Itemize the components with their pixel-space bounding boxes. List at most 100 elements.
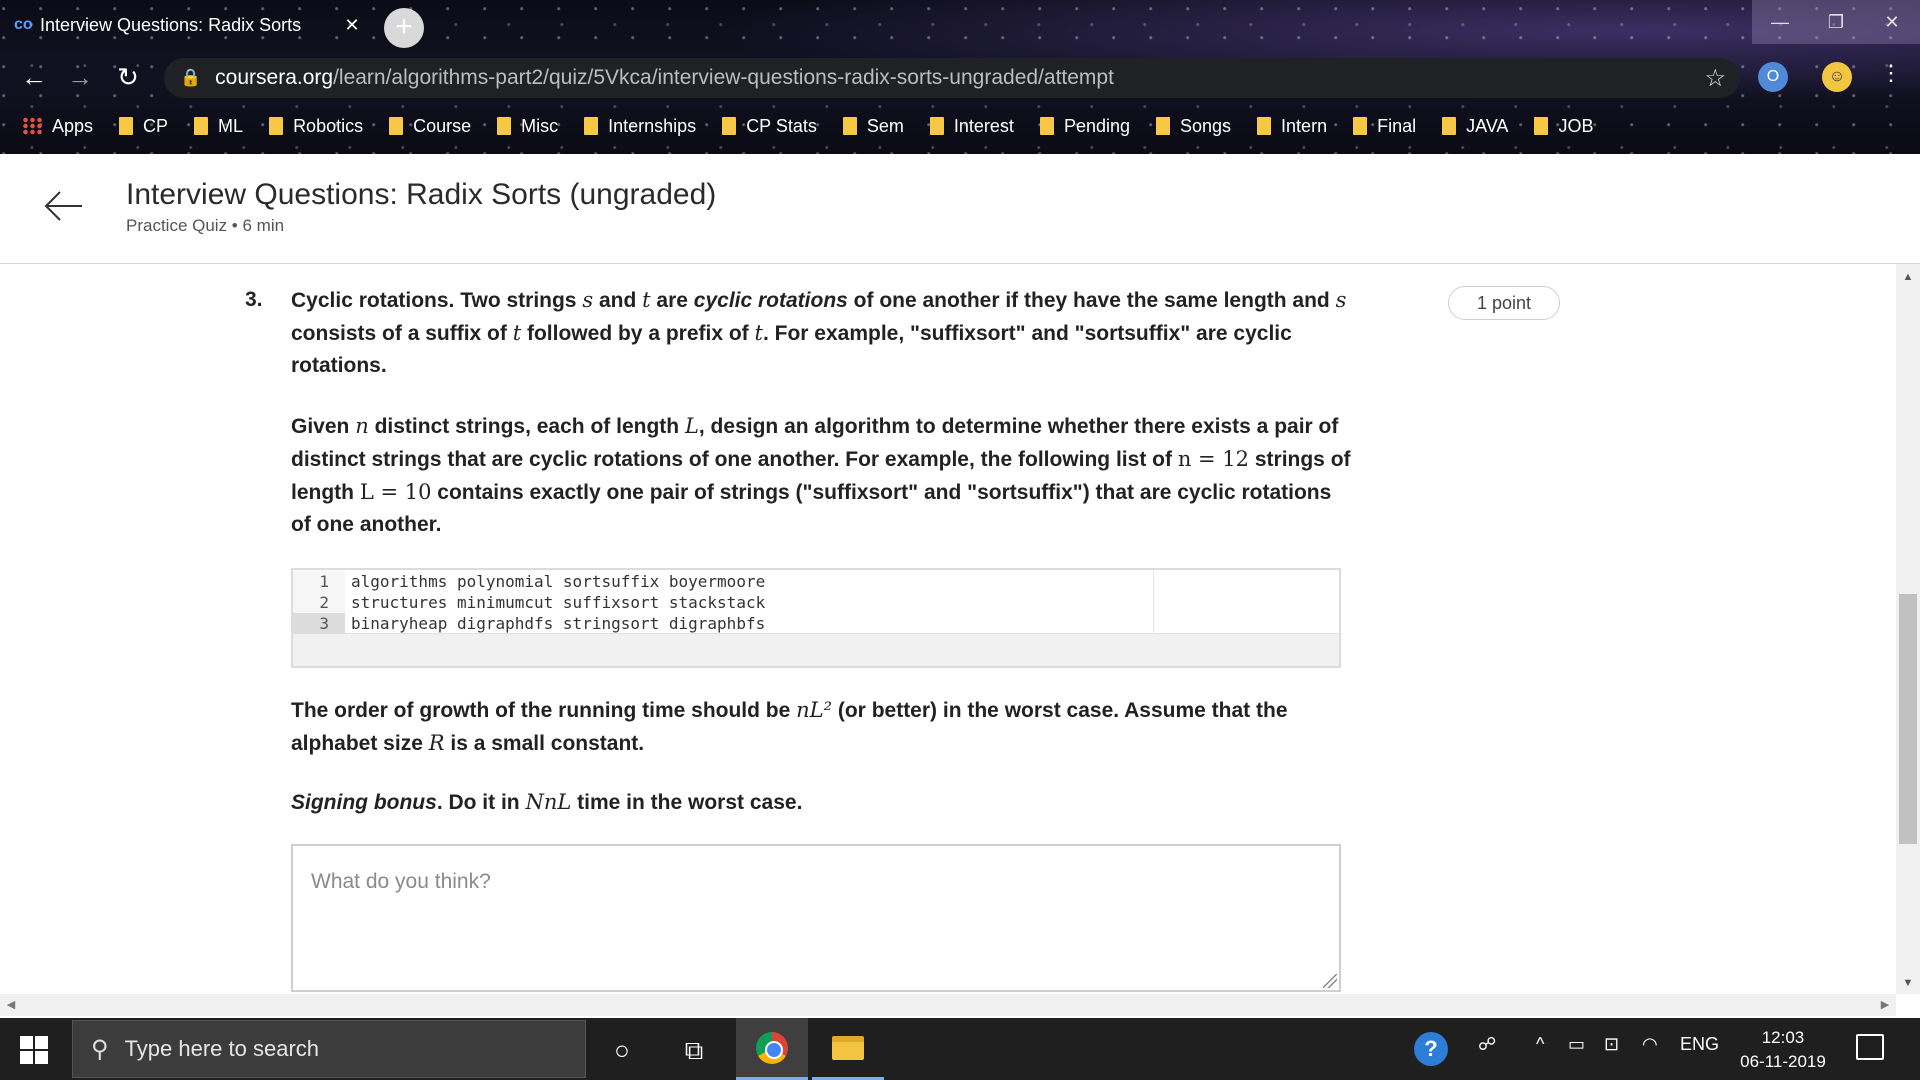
question-paragraph-2: Given n distinct strings, each of length… [291,414,1351,536]
address-bar[interactable]: 🔒 coursera.org/learn/algorithms-part2/qu… [164,58,1740,98]
windows-taskbar: ⚲ Type here to search ○ ⧉ ? ☍ ^ ▭ ⊡ ◠ EN… [0,1018,1920,1080]
task-view-icon[interactable]: ⧉ [674,1030,714,1070]
folder-icon [929,117,944,135]
bookmark-folder[interactable]: CP Stats [722,116,817,137]
scroll-left-icon[interactable]: ◀ [0,994,22,1016]
search-icon: ⚲ [91,1035,109,1063]
line-number: 3 [293,613,345,634]
bookmark-star-icon[interactable]: ☆ [1704,64,1726,93]
folder-icon [1257,117,1272,135]
bookmarks-bar: Apps CP ML Robotics Course Misc Internsh… [0,110,1920,142]
question-number: 3. [245,288,263,311]
emoji-extension-icon[interactable]: ☺ [1822,62,1852,92]
forward-icon[interactable]: → [64,62,96,93]
file-explorer-taskbar-button[interactable] [812,1018,884,1080]
action-center-icon[interactable] [1856,1034,1884,1060]
browser-menu-icon[interactable]: ⋮ [1880,60,1902,86]
lock-icon: 🔒 [180,68,202,87]
cortana-icon[interactable]: ○ [602,1030,642,1070]
code-editor[interactable]: 1 algorithms polynomial sortsuffix boyerm… [293,570,1339,634]
bookmark-folder[interactable]: Internships [584,116,696,137]
tab-close-icon[interactable]: ✕ [340,15,364,36]
folder-icon [194,117,209,135]
bookmark-folder[interactable]: Songs [1156,116,1231,137]
bookmark-folder[interactable]: JAVA [1442,116,1508,137]
vertical-scrollbar[interactable]: ▲ ▼ [1896,264,1920,994]
quiz-header: Interview Questions: Radix Sorts (ungrad… [0,154,1920,264]
clock-date: 06-11-2019 [1740,1052,1826,1071]
code-line: 3 binaryheap digraphdfs stringsort digrap… [293,613,1153,634]
folder-icon [119,117,134,135]
chrome-icon [756,1032,788,1064]
question-paragraph-1: Cyclic rotations. Two strings s and t ar… [291,288,1347,377]
code-block[interactable]: 1 algorithms polynomial sortsuffix boyerm… [291,568,1341,668]
reload-icon[interactable]: ↻ [112,62,144,93]
resize-grip-icon[interactable] [1323,974,1337,988]
bookmark-folder[interactable]: JOB [1534,116,1593,137]
bookmark-folder[interactable]: Pending [1039,116,1130,137]
bookmark-folder[interactable]: ML [194,116,243,137]
bookmark-folder[interactable]: Course [389,116,471,137]
horizontal-scrollbar[interactable]: ◀ ▶ [0,994,1896,1016]
bookmark-folder[interactable]: Interest [929,116,1014,137]
question-paragraph-3: The order of growth of the running time … [291,698,1288,755]
new-tab-button[interactable]: + [384,8,424,48]
points-badge: 1 point [1448,286,1560,320]
extension-icon[interactable]: O [1758,62,1788,92]
bookmark-folder[interactable]: CP [119,116,168,137]
window-controls: — ❐ ✕ [1752,0,1920,44]
chrome-taskbar-button[interactable] [736,1018,808,1080]
tab-title: Interview Questions: Radix Sorts [40,14,302,35]
bookmark-folder[interactable]: Intern [1257,116,1327,137]
wifi-icon[interactable]: ◠ [1642,1034,1658,1055]
back-icon[interactable]: ← [18,62,50,93]
quiz-content: 3. 1 point Cyclic rotations. Two strings… [0,264,1896,994]
folder-icon [1156,117,1170,135]
url-domain: coursera.org [215,66,334,89]
bookmark-folder[interactable]: Sem [842,116,904,137]
battery-icon[interactable]: ▭ [1568,1034,1585,1055]
scrollbar-thumb[interactable] [1899,594,1917,844]
bookmark-folder[interactable]: Robotics [269,116,363,137]
folder-icon [1039,117,1054,135]
people-icon[interactable]: ☍ [1478,1034,1496,1055]
clock-time: 12:03 [1761,1028,1805,1047]
question-paragraph-4: Signing bonus. Do it in NnL time in the … [291,790,803,814]
scroll-down-icon[interactable]: ▼ [1896,972,1920,994]
file-explorer-icon [832,1036,864,1060]
help-icon[interactable]: ? [1414,1032,1448,1066]
windows-start-icon[interactable] [20,1036,48,1064]
apps-grid-icon [22,117,42,135]
network-icon[interactable]: ⊡ [1604,1034,1619,1055]
system-clock[interactable]: 12:03 06-11-2019 [1728,1026,1838,1074]
folder-icon [722,117,737,135]
close-window-icon[interactable]: ✕ [1864,0,1920,44]
show-hidden-icons-chevron-icon[interactable]: ^ [1536,1034,1544,1055]
code-line: 2 structures minimumcut suffixsort stacks… [293,592,1153,613]
url-path: /learn/algorithms-part2/quiz/5Vkca/inter… [333,66,1114,89]
bookmark-apps[interactable]: Apps [22,116,93,137]
language-indicator[interactable]: ENG [1680,1034,1719,1055]
folder-icon [389,117,404,135]
scroll-right-icon[interactable]: ▶ [1874,994,1896,1016]
back-arrow-icon[interactable] [42,184,86,228]
folder-icon [842,117,857,135]
restore-icon[interactable]: ❐ [1808,0,1864,44]
code-text: structures minimumcut suffixsort stackst… [351,593,766,612]
folder-icon [497,117,512,135]
search-placeholder: Type here to search [124,1036,320,1061]
print-margin-line [1153,570,1154,634]
quiz-meta: Practice Quiz • 6 min [126,216,285,235]
taskbar-search-input[interactable]: ⚲ Type here to search [72,1020,586,1078]
code-line: 1 algorithms polynomial sortsuffix boyerm… [293,571,1153,592]
folder-icon [584,117,599,135]
minimize-icon[interactable]: — [1752,0,1808,44]
bookmark-folder[interactable]: Misc [497,116,558,137]
browser-tab[interactable]: co Interview Questions: Radix Sorts ✕ [14,6,364,44]
scroll-up-icon[interactable]: ▲ [1896,266,1920,288]
code-text: algorithms polynomial sortsuffix boyermo… [351,572,766,591]
answer-textarea[interactable]: What do you think? [291,844,1341,992]
coursera-logo-icon: co [14,16,33,33]
bookmark-folder[interactable]: Final [1353,116,1416,137]
folder-icon [1353,117,1368,135]
